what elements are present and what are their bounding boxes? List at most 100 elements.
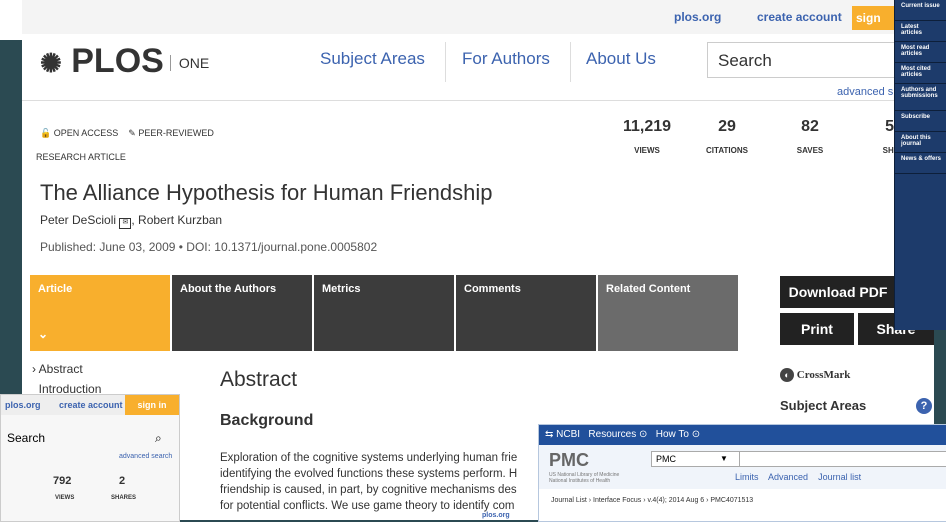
how-to-menu[interactable]: How To	[656, 429, 689, 440]
metric-label: VIEWS	[634, 146, 660, 155]
download-pdf-button[interactable]: Download PDF	[780, 276, 896, 308]
metric-saves[interactable]: 82 SAVES	[770, 118, 850, 155]
resources-menu[interactable]: Resources	[588, 429, 636, 440]
journal-menu-item[interactable]: Most cited articles	[895, 63, 946, 84]
nav-for-authors[interactable]: For Authors	[462, 49, 550, 69]
mini-plos-org-link[interactable]: plos.org	[5, 400, 41, 410]
pmc-window: ⇆ NCBI Resources ⊙ How To ⊙ PMC US Natio…	[538, 424, 946, 522]
subject-areas-heading: Subject Areas ?	[780, 398, 932, 414]
journal-menu-item[interactable]: Subscribe	[895, 111, 946, 132]
tab-label: About the Authors	[180, 283, 277, 295]
tab-metrics[interactable]: Metrics	[314, 275, 454, 351]
mini-sign-in-button[interactable]: sign in	[125, 395, 179, 415]
author-link[interactable]: Robert Kurzban	[138, 213, 222, 227]
mini-advanced-search-link[interactable]: advanced search	[119, 453, 172, 460]
footer-plos-org-link[interactable]: plos.org	[482, 512, 510, 519]
crossmark-label: CrossMark	[796, 369, 851, 381]
breadcrumb: Journal List › Interface Focus › v.4(4);…	[551, 497, 754, 504]
tab-related-content[interactable]: Related Content	[598, 275, 738, 351]
metric-value: 11,219	[622, 118, 672, 135]
metric-value: 82	[801, 118, 819, 135]
mini-metric-shares-label: SHARES	[111, 495, 137, 501]
tab-label: Metrics	[322, 283, 361, 295]
ncbi-top-bar: ⇆ NCBI Resources ⊙ How To ⊙	[539, 425, 946, 445]
mini-plos-window: plos.org create account sign in Search ⌕…	[0, 394, 180, 522]
mini-metric-shares-value: 2	[119, 475, 126, 487]
nav-subject-areas[interactable]: Subject Areas	[320, 49, 425, 69]
crossmark-badge[interactable]: ◐ CrossMark	[780, 368, 930, 382]
nav-divider	[445, 42, 446, 82]
mini-search-placeholder: Search	[7, 431, 46, 445]
background-heading: Background	[220, 412, 314, 429]
journal-menu-item[interactable]: Current issue	[895, 0, 946, 21]
email-icon[interactable]: ✉	[119, 218, 132, 229]
tab-article[interactable]: Article ⌄	[30, 275, 170, 351]
publication-info: Published: June 03, 2009 • DOI: 10.1371/…	[40, 240, 378, 254]
pmc-logo-subtitle: US National Library of Medicine National…	[549, 472, 619, 484]
plos-logo-text: PLOS	[71, 42, 164, 80]
metric-label: SAVES	[796, 146, 824, 155]
abstract-heading: Abstract	[220, 368, 298, 391]
lock-icon: 🔓	[40, 128, 52, 138]
nav-about-us[interactable]: About Us	[586, 49, 656, 69]
journal-menu-item[interactable]: About this journal	[895, 132, 946, 153]
tab-label: Related Content	[606, 283, 691, 295]
nih-label: National Institutes of Health	[549, 478, 611, 484]
access-badges: 🔓 OPEN ACCESS ✎ PEER-REVIEWED	[40, 128, 214, 139]
search-icon[interactable]: ⌕	[155, 427, 162, 449]
pmc-search-input[interactable]	[739, 451, 946, 467]
peer-reviewed-label: PEER-REVIEWED	[138, 128, 214, 138]
plos-logo-suffix: ONE	[169, 55, 210, 72]
journal-menu-item[interactable]: Authors and submissions	[895, 84, 946, 111]
plos-logo-mark-icon: ✺	[40, 48, 62, 78]
mini-create-account-link[interactable]: create account	[59, 400, 123, 410]
help-icon[interactable]: ?	[916, 398, 932, 414]
top-utility-bar: plos.org create account sign	[22, 0, 934, 34]
crossmark-icon: ◐	[780, 368, 794, 382]
journal-list-link[interactable]: Journal list	[818, 472, 861, 482]
journal-menu-item[interactable]: News & offers	[895, 153, 946, 174]
toc-label: Abstract	[38, 362, 83, 376]
mini-top-bar: plos.org create account sign in	[1, 395, 179, 415]
tab-label: Article	[38, 283, 73, 295]
right-sidebar: ◐ CrossMark Subject Areas ?	[780, 368, 932, 414]
limits-link[interactable]: Limits	[735, 472, 759, 482]
mini-metric-views-label: VIEWS	[55, 495, 75, 501]
chevron-down-icon: ▼	[720, 454, 728, 463]
table-of-contents: › Abstract Introduction	[32, 362, 101, 396]
background-window-edge	[0, 0, 22, 40]
author-link[interactable]: Peter DeScioli	[40, 213, 116, 227]
print-button[interactable]: Print	[780, 313, 854, 345]
metric-label: CITATIONS	[706, 146, 748, 155]
metric-citations[interactable]: 29 CITATIONS	[687, 118, 767, 155]
site-header: ✺ PLOS ONE Subject Areas For Authors Abou…	[22, 34, 934, 101]
toc-item-abstract[interactable]: › Abstract	[32, 362, 101, 376]
chevron-down-icon: ⊙	[639, 429, 648, 440]
tab-label: Comments	[464, 283, 521, 295]
journal-menu-item[interactable]: Most read articles	[895, 42, 946, 63]
ncbi-logo-icon: ⇆	[545, 429, 554, 440]
pmc-logo[interactable]: PMC	[549, 450, 589, 471]
article-title: The Alliance Hypothesis for Human Friend…	[40, 180, 493, 205]
mini-metric-views-value: 792	[53, 475, 72, 487]
plos-org-link[interactable]: plos.org	[674, 10, 721, 24]
author-list: Peter DeScioli ✉, Robert Kurzban	[40, 213, 223, 229]
tab-comments[interactable]: Comments	[456, 275, 596, 351]
pmc-links: Limits Advanced Journal list	[735, 472, 861, 482]
advanced-link[interactable]: Advanced	[768, 472, 808, 482]
metric-views[interactable]: 11,219 VIEWS	[607, 118, 687, 155]
journal-menu: Current issue Latest articles Most read …	[894, 0, 946, 330]
journal-menu-item[interactable]: Latest articles	[895, 21, 946, 42]
subject-areas-label: Subject Areas	[780, 398, 867, 413]
chevron-down-icon: ⌄	[38, 327, 49, 341]
pmc-search-band: PMC US National Library of Medicine Nati…	[539, 445, 946, 489]
mini-search-input[interactable]: Search ⌕	[7, 427, 173, 449]
tab-about-authors[interactable]: About the Authors	[172, 275, 312, 351]
advanced-search-link[interactable]: advanced s	[837, 86, 893, 98]
metric-value: 29	[718, 118, 736, 135]
plos-logo[interactable]: ✺ PLOS ONE	[40, 42, 210, 81]
database-select-value: PMC	[656, 454, 676, 464]
database-select[interactable]: PMC ▼	[651, 451, 741, 467]
create-account-link[interactable]: create account	[757, 10, 842, 24]
ncbi-logo-text[interactable]: NCBI	[556, 429, 580, 440]
